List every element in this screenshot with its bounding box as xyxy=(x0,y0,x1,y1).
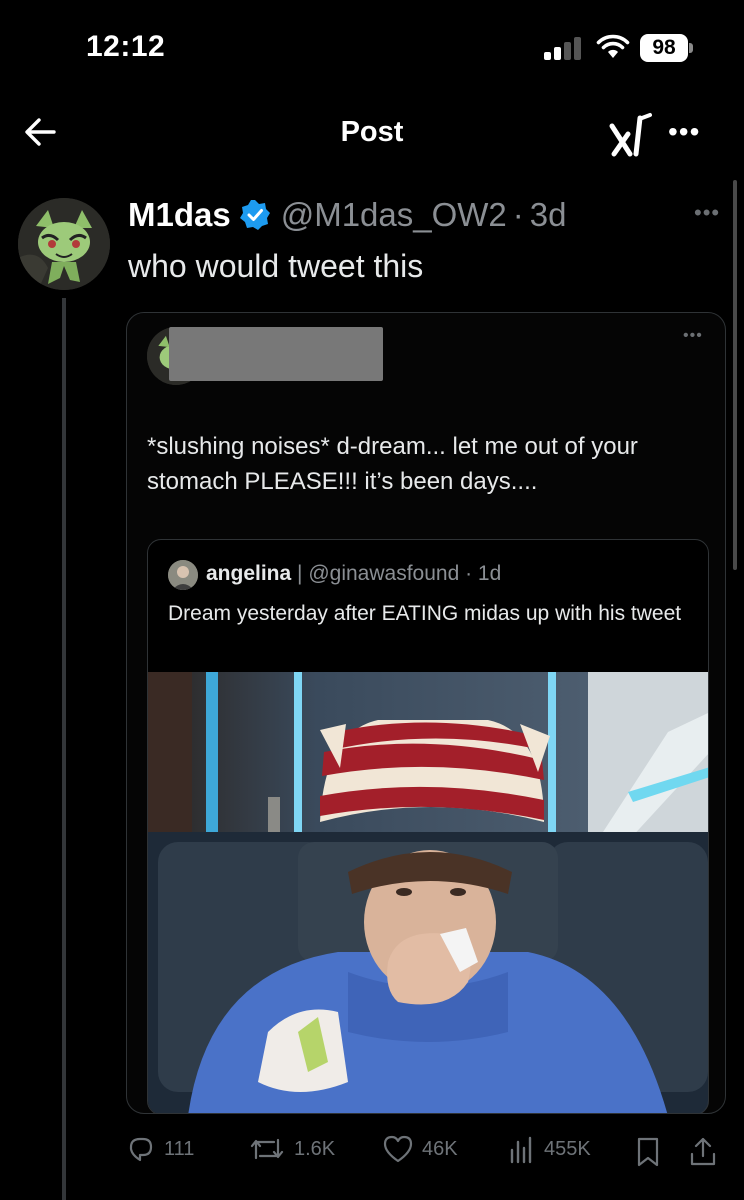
nested-handle[interactable]: @ginawasfound xyxy=(308,562,459,585)
battery-level: 98 xyxy=(640,34,688,62)
like-count: 46K xyxy=(422,1137,458,1160)
quoted-more-icon[interactable]: ••• xyxy=(683,327,703,345)
quoted-tweet-card[interactable]: ••• *slushing noises* d-dream... let me … xyxy=(126,312,726,1114)
nested-avatar-image xyxy=(168,560,198,590)
tweet-more-icon[interactable]: ••• xyxy=(694,200,720,226)
user-handle[interactable]: @M1das_OW2 xyxy=(281,196,507,234)
cellular-signal-icon xyxy=(544,36,584,60)
nested-name-separator: | xyxy=(291,562,309,585)
status-time: 12:12 xyxy=(86,30,166,63)
verified-badge-icon xyxy=(239,200,270,230)
attached-photo[interactable] xyxy=(148,672,709,1114)
quoted-tweet-text: *slushing noises* d-dream... let me out … xyxy=(147,433,638,495)
share-icon[interactable] xyxy=(688,1136,718,1168)
tweet-header: M1das @M1das_OW2 · 3d xyxy=(128,192,567,238)
nested-quote-card[interactable]: angelina | @ginawasfound · 1d Dream yest… xyxy=(147,539,709,1114)
repost-count: 1.6K xyxy=(294,1137,336,1160)
scrollbar[interactable] xyxy=(733,180,737,570)
tweet-action-bar: 111 1.6K 46K 455K xyxy=(126,1134,726,1174)
nested-display-name[interactable]: angelina xyxy=(206,562,291,585)
battery-cap xyxy=(689,43,693,53)
thread-line xyxy=(62,298,66,1200)
repost-button[interactable]: 1.6K xyxy=(248,1134,335,1164)
more-horizontal-icon[interactable]: ••• xyxy=(668,116,700,148)
post-header: Post ••• xyxy=(0,100,744,170)
nested-quote-header: angelina | @ginawasfound · 1d xyxy=(206,562,501,586)
nested-separator-dot: · xyxy=(459,562,478,585)
nested-quote-text: Dream yesterday after EATING midas up wi… xyxy=(168,602,682,625)
avatar[interactable] xyxy=(18,198,110,290)
reply-button[interactable]: 111 xyxy=(126,1134,194,1164)
nested-post-time: 1d xyxy=(477,562,502,585)
status-bar: 12:12 98 xyxy=(0,0,744,100)
separator-dot: · xyxy=(512,196,524,233)
like-button[interactable]: 46K xyxy=(382,1134,458,1164)
repost-icon xyxy=(250,1138,284,1160)
reply-count: 111 xyxy=(164,1137,195,1160)
nested-avatar[interactable] xyxy=(168,560,198,590)
cat-creature-avatar-icon xyxy=(18,198,110,290)
tweet-text: who would tweet this xyxy=(128,248,424,284)
post-time[interactable]: 3d xyxy=(530,196,567,234)
views-chart-icon xyxy=(510,1136,532,1164)
grok-icon[interactable] xyxy=(606,110,656,160)
views-button[interactable]: 455K xyxy=(508,1134,591,1164)
heart-icon xyxy=(383,1135,413,1163)
bookmark-icon[interactable] xyxy=(634,1136,662,1168)
display-name[interactable]: M1das xyxy=(128,196,231,234)
reply-icon xyxy=(129,1137,153,1162)
wifi-icon xyxy=(596,34,630,58)
redacted-name-block xyxy=(169,327,383,381)
views-count: 455K xyxy=(544,1137,591,1160)
